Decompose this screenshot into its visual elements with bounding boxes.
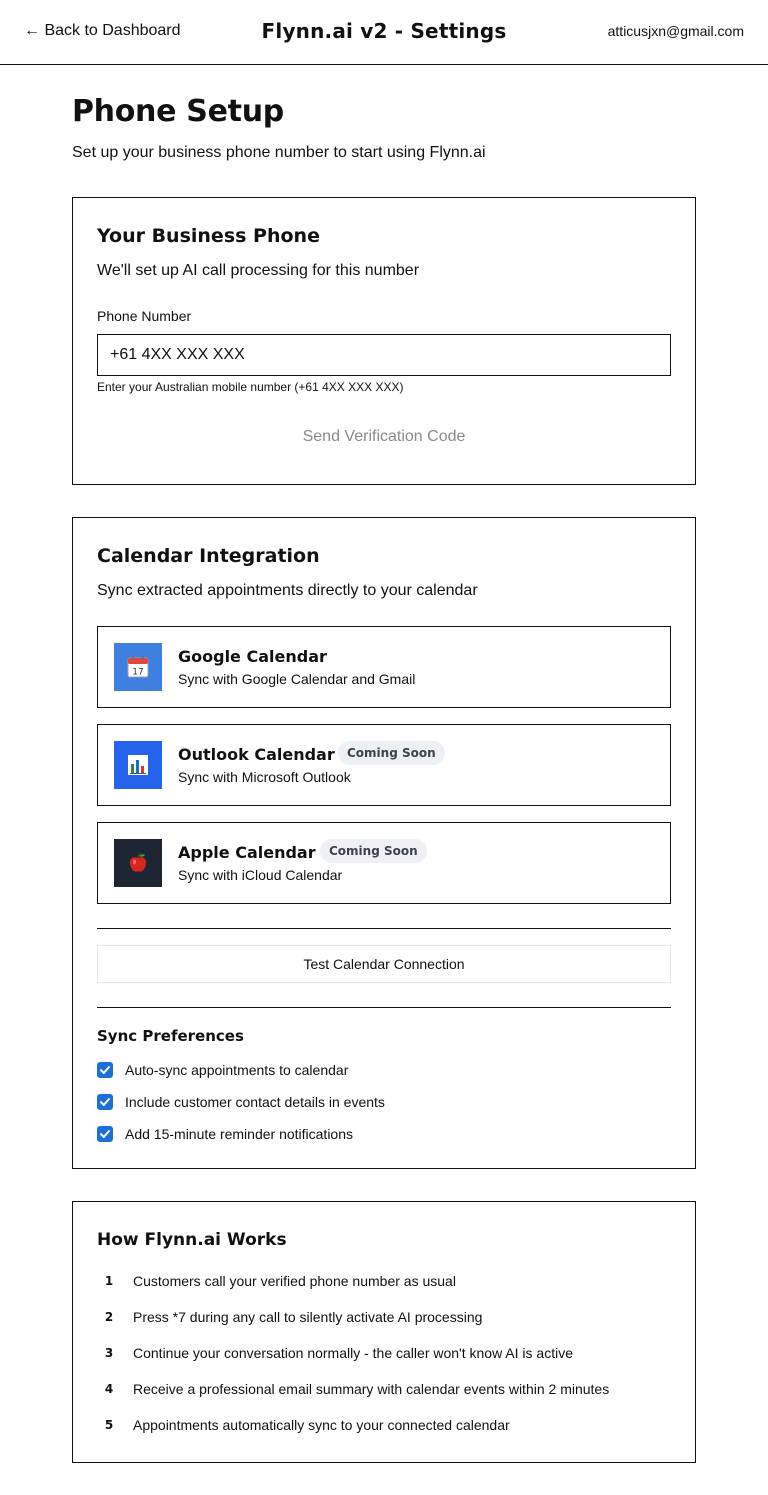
- page-subtitle: Set up your business phone number to sta…: [72, 144, 486, 161]
- checkmark-icon: [100, 1130, 110, 1138]
- step-number: 3: [104, 1346, 114, 1360]
- step-text: Customers call your verified phone numbe…: [133, 1273, 456, 1289]
- pref-reminders: Add 15-minute reminder notifications: [97, 1125, 353, 1143]
- step-text: Receive a professional email summary wit…: [133, 1381, 610, 1397]
- outlook-calendar-option[interactable]: Outlook Calendar Coming Soon Sync with M…: [97, 724, 671, 806]
- step-item: 2 Press *7 during any call to silently a…: [97, 1307, 483, 1327]
- checkmark-icon: [100, 1066, 110, 1074]
- step-item: 4 Receive a professional email summary w…: [97, 1379, 609, 1399]
- phone-number-label: Phone Number: [97, 308, 192, 324]
- coming-soon-badge: Coming Soon: [320, 839, 427, 863]
- divider: [97, 928, 671, 929]
- step-text: Press *7 during any call to silently act…: [133, 1309, 483, 1325]
- step-item: 1 Customers call your verified phone num…: [97, 1271, 456, 1291]
- step-text: Continue your conversation normally - th…: [133, 1345, 573, 1361]
- contact-details-checkbox[interactable]: [97, 1094, 113, 1110]
- page-title: Phone Setup: [72, 94, 284, 129]
- business-phone-title: Your Business Phone: [97, 225, 320, 247]
- calendar-integration-description: Sync extracted appointments directly to …: [97, 582, 478, 599]
- apple-calendar-name: Apple Calendar: [178, 843, 316, 862]
- phone-number-input[interactable]: [97, 334, 671, 376]
- apple-calendar-option[interactable]: Apple Calendar Coming Soon Sync with iCl…: [97, 822, 671, 904]
- apple-calendar-description: Sync with iCloud Calendar: [178, 867, 343, 883]
- business-phone-description: We'll set up AI call processing for this…: [97, 262, 420, 279]
- google-calendar-name: Google Calendar: [178, 647, 327, 666]
- outlook-calendar-description: Sync with Microsoft Outlook: [178, 769, 351, 785]
- google-calendar-icon: 17: [114, 643, 162, 691]
- step-text: Appointments automatically sync to your …: [133, 1417, 510, 1433]
- reminders-checkbox[interactable]: [97, 1126, 113, 1142]
- phone-number-help: Enter your Australian mobile number (+61…: [97, 380, 404, 394]
- auto-sync-checkbox[interactable]: [97, 1062, 113, 1078]
- step-number: 1: [104, 1274, 114, 1288]
- business-phone-card: Your Business Phone We'll set up AI call…: [72, 197, 696, 485]
- google-calendar-description: Sync with Google Calendar and Gmail: [178, 671, 416, 687]
- how-it-works-card: How Flynn.ai Works 1 Customers call your…: [72, 1201, 696, 1463]
- divider: [97, 1007, 671, 1008]
- pref-auto-sync: Auto-sync appointments to calendar: [97, 1061, 348, 1079]
- step-item: 5 Appointments automatically sync to you…: [97, 1415, 510, 1435]
- step-item: 3 Continue your conversation normally - …: [97, 1343, 573, 1363]
- checkmark-icon: [100, 1098, 110, 1106]
- pref-contact-details: Include customer contact details in even…: [97, 1093, 385, 1111]
- calendar-integration-card: Calendar Integration Sync extracted appo…: [72, 517, 696, 1169]
- outlook-calendar-icon: [114, 741, 162, 789]
- how-it-works-title: How Flynn.ai Works: [97, 1230, 287, 1250]
- test-calendar-connection-button[interactable]: Test Calendar Connection: [97, 945, 671, 983]
- coming-soon-badge: Coming Soon: [338, 741, 445, 765]
- svg-text:17: 17: [132, 668, 143, 678]
- send-verification-code-button[interactable]: Send Verification Code: [97, 422, 671, 452]
- reminders-label: Add 15-minute reminder notifications: [125, 1126, 354, 1142]
- calendar-integration-title: Calendar Integration: [97, 545, 320, 567]
- step-number: 5: [104, 1418, 114, 1432]
- apple-calendar-icon: [114, 839, 162, 887]
- auto-sync-label: Auto-sync appointments to calendar: [125, 1062, 349, 1078]
- outlook-calendar-name: Outlook Calendar: [178, 745, 335, 764]
- contact-details-label: Include customer contact details in even…: [125, 1094, 385, 1110]
- user-email: atticusjxn@gmail.com: [607, 23, 744, 39]
- top-bar: ← Back to Dashboard Flynn.ai v2 - Settin…: [0, 0, 768, 65]
- step-number: 4: [104, 1382, 114, 1396]
- sync-preferences-title: Sync Preferences: [97, 1027, 244, 1045]
- step-number: 2: [104, 1310, 114, 1324]
- google-calendar-option[interactable]: 17 Google Calendar Sync with Google Cale…: [97, 626, 671, 708]
